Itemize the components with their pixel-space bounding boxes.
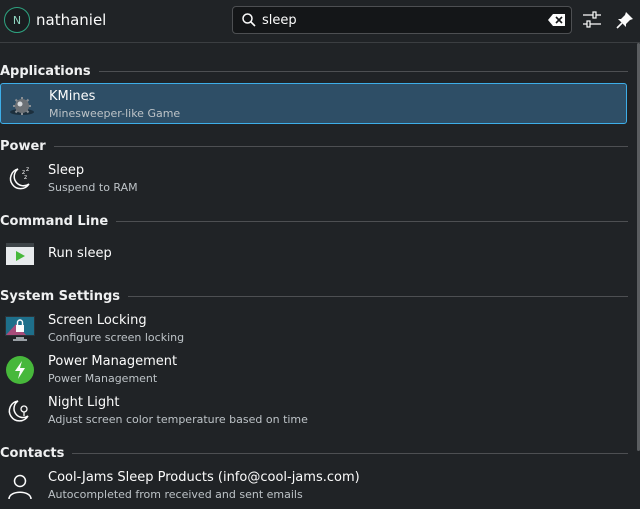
svg-text:z: z <box>24 174 27 181</box>
user-avatar[interactable]: N <box>4 7 30 33</box>
result-title: Screen Locking <box>48 313 147 328</box>
result-title: Night Light <box>48 395 120 410</box>
result-subtitle: Autocompleted from received and sent ema… <box>48 488 303 501</box>
section-power: Power <box>0 139 628 154</box>
terminal-run-icon <box>6 243 34 265</box>
search-box[interactable] <box>232 6 572 34</box>
pin-icon[interactable] <box>615 10 635 30</box>
section-contacts: Contacts <box>0 446 628 461</box>
result-screen-locking[interactable]: Screen Locking Configure screen locking <box>0 308 627 349</box>
result-kmines[interactable]: KMines Minesweeper-like Game <box>0 83 627 124</box>
svg-text:z: z <box>26 166 29 173</box>
section-applications: Applications <box>0 64 628 79</box>
result-title: KMines <box>49 89 96 104</box>
result-subtitle: Power Management <box>48 372 158 385</box>
search-icon <box>242 13 256 27</box>
result-contact-cool-jams[interactable]: Cool-Jams Sleep Products (info@cool-jams… <box>0 465 627 506</box>
username-label[interactable]: nathaniel <box>36 11 106 29</box>
result-title: Power Management <box>48 354 178 369</box>
result-title: Run sleep <box>48 246 112 261</box>
section-command-line: Command Line <box>0 214 628 229</box>
result-sleep[interactable]: z z z Sleep Suspend to RAM <box>0 158 627 199</box>
section-system-settings: System Settings <box>0 289 628 304</box>
search-input[interactable] <box>262 10 532 30</box>
result-night-light[interactable]: Night Light Adjust screen color temperat… <box>0 390 627 431</box>
header: N nathaniel <box>0 0 640 42</box>
result-run-sleep[interactable]: Run sleep <box>0 233 627 274</box>
night-light-icon <box>8 400 29 422</box>
result-power-management[interactable]: Power Management Power Management <box>0 349 627 390</box>
screen-lock-icon <box>5 316 35 341</box>
result-subtitle: Suspend to RAM <box>48 181 138 194</box>
header-divider <box>0 42 640 43</box>
power-management-icon <box>6 356 34 384</box>
result-subtitle: Configure screen locking <box>48 331 185 344</box>
kmines-icon <box>10 97 34 115</box>
moon-sleep-icon: z z z <box>9 166 30 190</box>
result-title: Cool-Jams Sleep Products (info@cool-jams… <box>48 470 360 485</box>
sliders-config-icon[interactable] <box>582 10 602 30</box>
result-subtitle: Minesweeper-like Game <box>49 107 181 120</box>
person-icon <box>8 474 32 500</box>
result-title: Sleep <box>48 163 85 178</box>
result-subtitle: Adjust screen color temperature based on… <box>48 413 308 426</box>
backspace-clear-icon[interactable] <box>548 13 566 27</box>
